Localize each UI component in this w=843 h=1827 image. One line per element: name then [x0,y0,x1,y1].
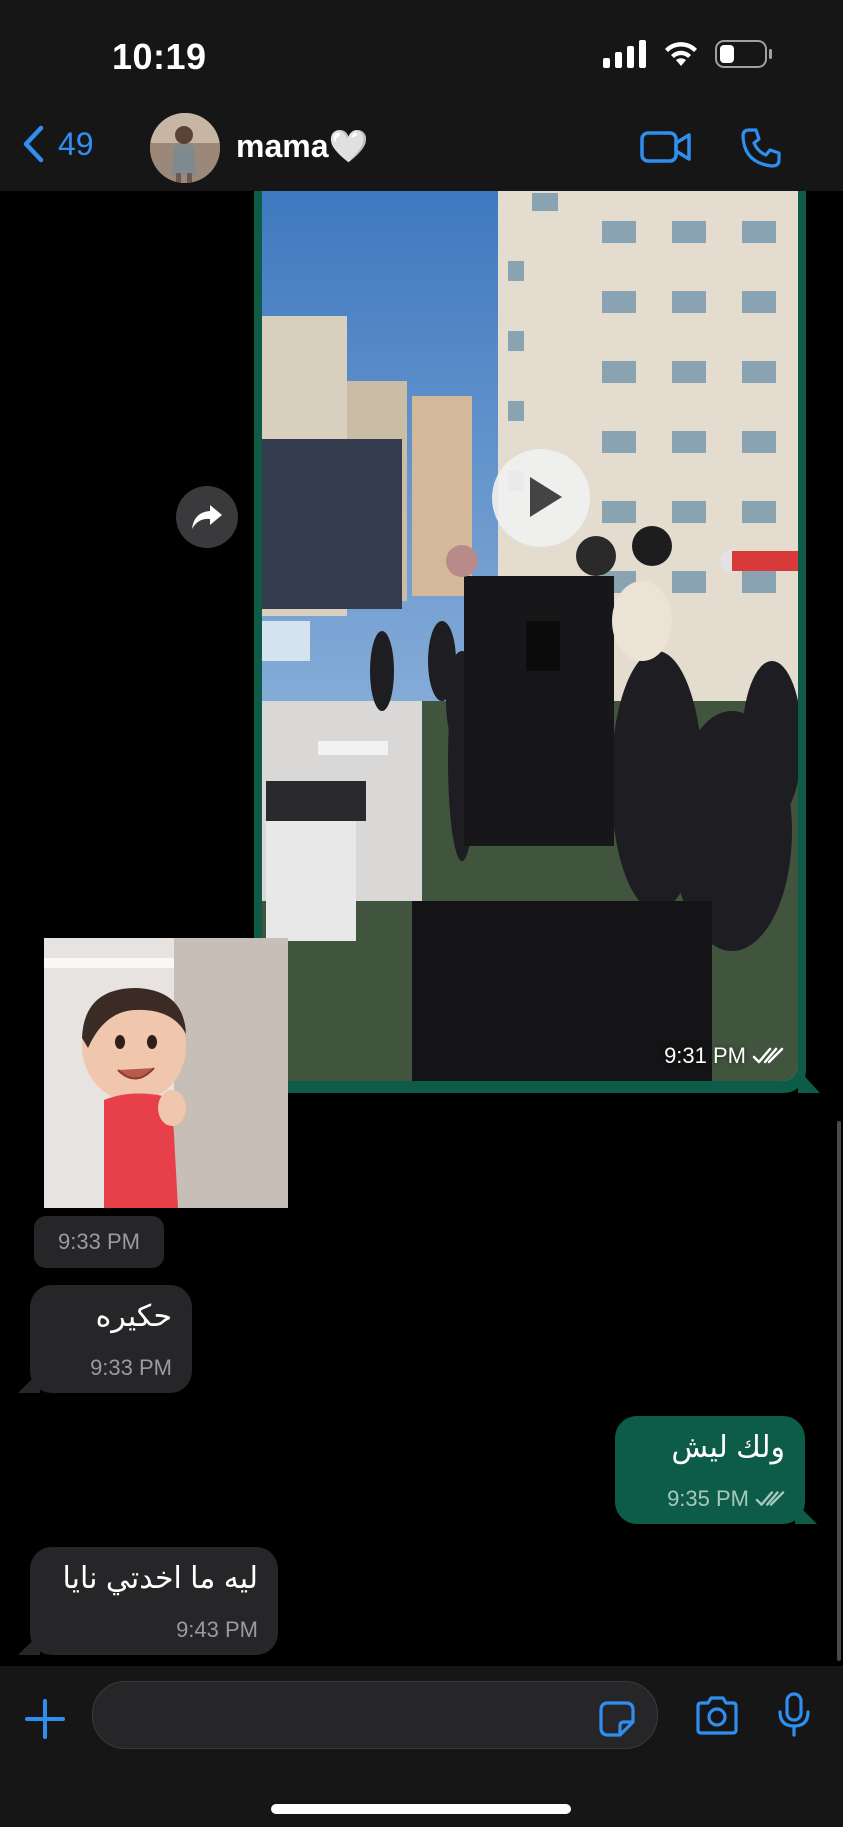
scrollbar[interactable] [837,1121,841,1661]
signal-icon [603,40,646,68]
video-thumbnail[interactable]: 9:31 PM [262,191,798,1081]
status-time: 10:19 [112,36,207,77]
unread-count: 49 [58,125,94,162]
forward-button[interactable] [176,486,238,548]
camera-icon[interactable] [694,1696,740,1736]
bubble-tail [798,1069,820,1093]
video-timestamp: 9:31 PM [664,1043,784,1069]
message-text: حكيره [95,1300,172,1333]
avatar[interactable] [150,113,220,183]
outgoing-message[interactable]: ولك ليش 9:35 PM [615,1416,817,1524]
message-time: 9:43 PM [176,1617,258,1642]
contact-name[interactable]: mama🤍 [236,127,368,165]
plus-icon[interactable] [24,1698,66,1740]
play-icon[interactable] [492,449,590,547]
back-button[interactable]: 49 [22,125,94,163]
photo-message[interactable] [44,938,288,1208]
bubble-tail [18,1633,40,1655]
chat-area[interactable]: 9:31 PM 9:33 PM حكيره 9:33 PM ولك ليش 9:… [0,191,843,1666]
input-bar [0,1666,843,1827]
message-time: 9:35 PM [667,1486,749,1511]
message-time: 9:33 PM [90,1355,172,1380]
video-thumbnail-image [262,191,798,1081]
phone-icon[interactable] [740,127,782,169]
message-input[interactable] [92,1681,658,1749]
back-chevron-icon [23,125,44,163]
message-text: ولك ليش [671,1431,785,1464]
status-bar: 10:19 [0,0,843,105]
home-indicator[interactable] [271,1804,571,1814]
forward-icon [192,505,222,529]
double-check-icon [755,1491,785,1506]
photo-image [44,938,288,1208]
bubble-tail [795,1502,817,1524]
video-call-icon[interactable] [640,127,692,167]
double-check-icon [752,1047,784,1064]
video-message[interactable]: 9:31 PM [254,191,820,1093]
chat-header: 49 mama🤍 [0,105,843,191]
incoming-message[interactable]: حكيره 9:33 PM [18,1285,192,1393]
status-icons [603,40,773,68]
sticker-icon[interactable] [598,1700,636,1738]
wifi-icon [665,42,697,66]
bubble-tail [18,1371,40,1393]
message-text: ليه ما اخدتي نايا [62,1562,258,1595]
video-time: 9:31 PM [664,1043,746,1068]
photo-timestamp: 9:33 PM [34,1216,164,1268]
microphone-icon[interactable] [776,1692,812,1738]
message-status: 9:35 PM [667,1486,785,1512]
battery-icon [715,40,772,68]
avatar-image [150,113,220,183]
incoming-message[interactable]: ليه ما اخدتي نايا 9:43 PM [18,1547,278,1655]
